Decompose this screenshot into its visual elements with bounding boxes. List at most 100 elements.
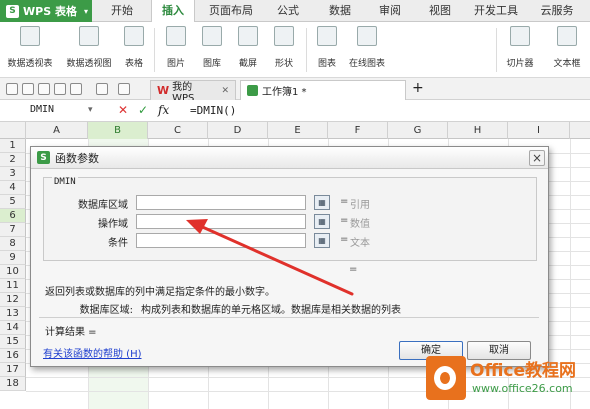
spreadsheet-icon xyxy=(247,85,258,96)
row-header[interactable]: 14 xyxy=(0,321,26,335)
arg-value-field: 数值 xyxy=(350,219,370,230)
column-header[interactable]: C xyxy=(148,122,208,139)
dialog-title-bar[interactable]: S 函数参数 × xyxy=(31,147,548,169)
column-header[interactable]: A xyxy=(26,122,88,139)
online-chart-button[interactable]: 在线图表 xyxy=(344,26,390,69)
table-icon xyxy=(124,26,144,46)
database-range-input[interactable] xyxy=(136,195,306,210)
watermark-url: www.office26.com xyxy=(472,382,573,395)
row-header[interactable]: 12 xyxy=(0,293,26,307)
column-header[interactable]: F xyxy=(328,122,388,139)
ribbon-separator xyxy=(306,28,307,72)
print-preview-icon[interactable] xyxy=(70,83,82,95)
new-file-icon[interactable] xyxy=(6,83,18,95)
pivot-chart-button[interactable]: 数据透视图 xyxy=(60,26,118,69)
wps-logo-icon: S xyxy=(6,4,19,18)
tab-my-wps[interactable]: W 我的WPS ✕ xyxy=(150,80,236,104)
textbox-button[interactable]: 文本框 xyxy=(548,26,586,69)
row-header[interactable]: 2 xyxy=(0,153,26,167)
column-header[interactable]: B xyxy=(88,122,148,139)
quick-access-bar: W 我的WPS ✕ 工作簿1 * + xyxy=(0,78,590,104)
menu-view[interactable]: 视图 xyxy=(418,0,462,22)
column-header[interactable]: G xyxy=(388,122,448,139)
range-select-icon[interactable]: ▦ xyxy=(314,214,330,229)
new-tab-icon[interactable]: + xyxy=(412,81,424,95)
row-header[interactable]: 11 xyxy=(0,279,26,293)
row-header[interactable]: 5 xyxy=(0,195,26,209)
gallery-button[interactable]: 图库 xyxy=(196,26,228,69)
row-header[interactable]: 9 xyxy=(0,251,26,265)
row-header[interactable]: 18 xyxy=(0,377,26,391)
column-header[interactable]: D xyxy=(208,122,268,139)
gallery-icon xyxy=(202,26,222,46)
office-logo-icon xyxy=(426,356,466,400)
row-header[interactable]: 7 xyxy=(0,223,26,237)
function-arguments-dialog: S 函数参数 × DMIN 数据库区域 ▦ = 引用 操作域 ▦ = 数值 条件… xyxy=(30,146,549,367)
field-input[interactable] xyxy=(136,214,306,229)
app-menu-button[interactable]: S WPS 表格 ▾ xyxy=(0,0,92,22)
column-header[interactable]: H xyxy=(448,122,508,139)
pivot-chart-icon xyxy=(79,26,99,46)
menu-review[interactable]: 审阅 xyxy=(368,0,412,22)
menu-data[interactable]: 数据 xyxy=(318,0,362,22)
range-select-icon[interactable]: ▦ xyxy=(314,195,330,210)
pivot-table-button[interactable]: 数据透视表 xyxy=(4,26,56,69)
row-header[interactable]: 1 xyxy=(0,139,26,153)
shapes-icon xyxy=(274,26,294,46)
row-header[interactable]: 3 xyxy=(0,167,26,181)
tab-label: 工作簿1 * xyxy=(262,87,307,98)
menu-cloud[interactable]: 云服务 xyxy=(530,0,584,22)
menu-page-layout[interactable]: 页面布局 xyxy=(200,0,262,22)
criteria-input[interactable] xyxy=(136,233,306,248)
watermark: Office教程网 www.office26.com xyxy=(426,352,590,409)
row-header[interactable]: 16 xyxy=(0,349,26,363)
row-header[interactable]: 17 xyxy=(0,363,26,377)
row-header[interactable]: 10 xyxy=(0,265,26,279)
help-link[interactable]: 有关该函数的帮助 (H) xyxy=(43,345,142,360)
menu-formulas[interactable]: 公式 xyxy=(266,0,310,22)
print-icon[interactable] xyxy=(54,83,66,95)
cancel-icon[interactable]: ✕ xyxy=(118,102,128,119)
table-button[interactable]: 表格 xyxy=(120,26,148,69)
slicer-icon xyxy=(510,26,530,46)
picture-button[interactable]: 图片 xyxy=(160,26,192,69)
menu-home[interactable]: 开始 xyxy=(100,0,144,22)
row-header[interactable]: 6 xyxy=(0,209,26,223)
column-header[interactable]: E xyxy=(268,122,328,139)
formula-bar: DMIN ▾ ✕ ✓ fx =DMIN() xyxy=(0,100,590,122)
function-description: 返回列表或数据库的列中满足指定条件的最小数字。 xyxy=(45,287,275,298)
slicer-button[interactable]: 切片器 xyxy=(502,26,538,69)
chart-button[interactable]: 图表 xyxy=(312,26,342,69)
row-header[interactable]: 13 xyxy=(0,307,26,321)
confirm-icon[interactable]: ✓ xyxy=(138,102,148,119)
select-all-corner[interactable] xyxy=(0,122,26,139)
arguments-group: DMIN 数据库区域 ▦ = 引用 操作域 ▦ = 数值 条件 ▦ = 文本 xyxy=(43,177,537,261)
formula-input[interactable]: =DMIN() xyxy=(190,102,236,119)
divider xyxy=(39,317,539,318)
fx-icon[interactable]: fx xyxy=(158,102,169,119)
shapes-button[interactable]: 形状 xyxy=(268,26,300,69)
close-icon[interactable]: ✕ xyxy=(221,86,229,96)
redo-icon[interactable] xyxy=(118,83,130,95)
row-header[interactable]: 15 xyxy=(0,335,26,349)
close-icon[interactable]: × xyxy=(529,150,545,166)
arg-value-criteria: 文本 xyxy=(350,238,370,249)
row-header[interactable]: 4 xyxy=(0,181,26,195)
calculation-result: 计算结果 = xyxy=(45,327,97,338)
chevron-down-icon[interactable]: ▾ xyxy=(88,102,93,119)
row-header[interactable]: 8 xyxy=(0,237,26,251)
argument-description: 数据库区域: 构成列表和数据库的单元格区域。数据库是相关数据的列表 xyxy=(45,301,401,316)
arg-label-database: 数据库区域 xyxy=(78,200,128,211)
column-header[interactable]: I xyxy=(508,122,570,139)
menu-developer[interactable]: 开发工具 xyxy=(466,0,526,22)
open-folder-icon[interactable] xyxy=(22,83,34,95)
range-select-icon[interactable]: ▦ xyxy=(314,233,330,248)
scissors-icon xyxy=(238,26,258,46)
save-icon[interactable] xyxy=(38,83,50,95)
bar-chart-icon xyxy=(317,26,337,46)
menu-insert[interactable]: 插入 xyxy=(151,0,195,23)
undo-icon[interactable] xyxy=(96,83,108,95)
name-box[interactable]: DMIN xyxy=(2,102,102,119)
tab-workbook1[interactable]: 工作簿1 * xyxy=(240,80,406,100)
screenshot-button[interactable]: 截屏 xyxy=(232,26,264,69)
